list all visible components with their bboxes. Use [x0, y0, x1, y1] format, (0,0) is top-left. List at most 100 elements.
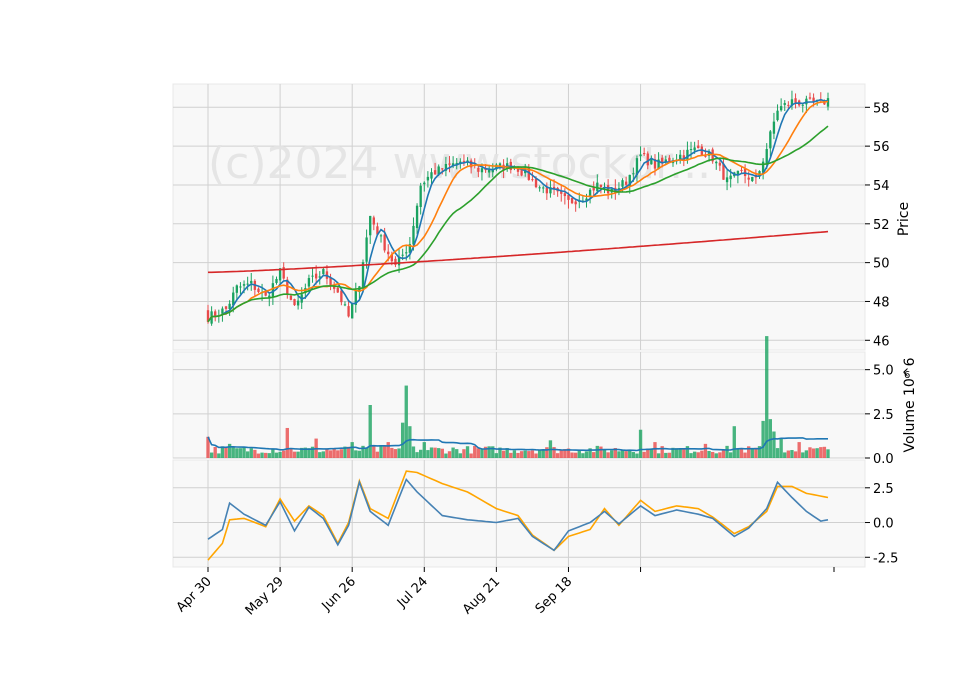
candle-body [405, 252, 408, 254]
x-tick-label: Apr 30 [174, 574, 215, 615]
volume-bar [292, 451, 297, 458]
volume-axis-label: Volume 10^6 [902, 357, 918, 452]
volume-bar [617, 451, 621, 458]
volume-bar [357, 450, 362, 458]
volume-bar [574, 452, 578, 458]
x-tick-label: Jun 26 [319, 574, 359, 614]
volume-bar [786, 450, 791, 458]
volume-bar [213, 446, 217, 458]
candle-body [487, 169, 491, 173]
candle-body [426, 176, 430, 181]
volume-bar [476, 448, 481, 458]
price-tick-label: 54 [873, 179, 890, 194]
candle-body [693, 147, 696, 151]
volume-bar [822, 446, 827, 458]
volume-bar [656, 453, 661, 458]
candle-body [419, 185, 422, 208]
volume-bar [368, 405, 372, 458]
volume-bar [725, 445, 729, 458]
candle-body [423, 182, 426, 185]
candle-body [725, 177, 729, 183]
volume-bar [826, 449, 830, 458]
volume-bar [631, 452, 636, 458]
volume-bar [581, 453, 585, 458]
volume-tick-label: 2.5 [873, 408, 894, 423]
volume-bar [278, 451, 282, 458]
volume-bar [620, 450, 625, 458]
candle-body [433, 170, 437, 175]
volume-bar [761, 420, 765, 458]
volume-bar [653, 442, 657, 458]
volume-bar [530, 450, 535, 458]
candle-body [224, 306, 228, 309]
candle-body [808, 97, 812, 99]
volume-bar [325, 449, 329, 458]
x-tick-label: Jul 24 [394, 574, 431, 611]
volume-bar [750, 448, 754, 458]
volume-bar [465, 446, 470, 458]
candle-body [642, 153, 646, 155]
volume-bar [765, 336, 769, 458]
candle-body [379, 235, 383, 237]
volume-bar [220, 446, 225, 458]
volume-bar [595, 445, 599, 458]
volume-bar [422, 442, 426, 458]
candle-body [336, 287, 339, 293]
candle-body [632, 173, 635, 175]
volume-bar [400, 422, 405, 458]
candle-body [689, 149, 693, 151]
volume-bar [242, 446, 246, 458]
candle-body [718, 162, 722, 166]
candle-body [563, 193, 567, 197]
candle-body [624, 181, 628, 185]
volume-bar [494, 453, 499, 458]
candle-body [322, 269, 325, 275]
candle-body [430, 172, 433, 179]
volume-bar [238, 448, 243, 458]
candle-body [235, 285, 239, 293]
price-panel [172, 83, 866, 351]
volume-bar [375, 451, 380, 458]
volume-tick-label: 5.0 [873, 364, 894, 379]
candle-body [531, 179, 534, 181]
volume-bar [714, 453, 718, 458]
volume-bar [642, 451, 646, 458]
price-tick-label: 50 [873, 257, 890, 272]
volume-bar [455, 449, 459, 458]
candle-body [340, 290, 343, 303]
candle-body [412, 225, 415, 245]
volume-bar [689, 453, 693, 458]
volume-panel [172, 351, 866, 459]
candle-body [545, 187, 549, 194]
candle-body [787, 104, 790, 106]
candle-body [779, 106, 783, 111]
candle-body [794, 98, 797, 103]
candle-body [765, 148, 768, 164]
stock-chart: (c)2024 www.stockdr... Apr 30 May 29 Jun 2… [172, 83, 918, 618]
x-tick-label: May 29 [243, 574, 287, 618]
candle-body [307, 278, 311, 287]
volume-bar [328, 450, 333, 458]
volume-bar [480, 449, 484, 458]
x-tick-label: Aug 21 [460, 574, 503, 617]
volume-bar [624, 451, 628, 458]
volume-bar [429, 447, 434, 458]
candle-body [293, 299, 296, 306]
volume-bar [555, 453, 560, 458]
volume-bar [685, 446, 690, 458]
candle-body [387, 251, 390, 255]
volume-bar [599, 446, 603, 458]
volume-bar [703, 443, 708, 458]
candle-body [621, 180, 624, 187]
volume-bar [224, 447, 228, 458]
volume-bar [372, 446, 376, 458]
oscillator-tick-label: 2.5 [873, 482, 894, 497]
candle-body [567, 194, 570, 200]
volume-bar [804, 450, 809, 458]
candle-body [639, 154, 642, 157]
candle-body [250, 280, 253, 284]
volume-bar [296, 451, 300, 458]
volume-bar [808, 447, 812, 458]
candle-body [314, 273, 318, 279]
volume-bar [559, 450, 563, 458]
